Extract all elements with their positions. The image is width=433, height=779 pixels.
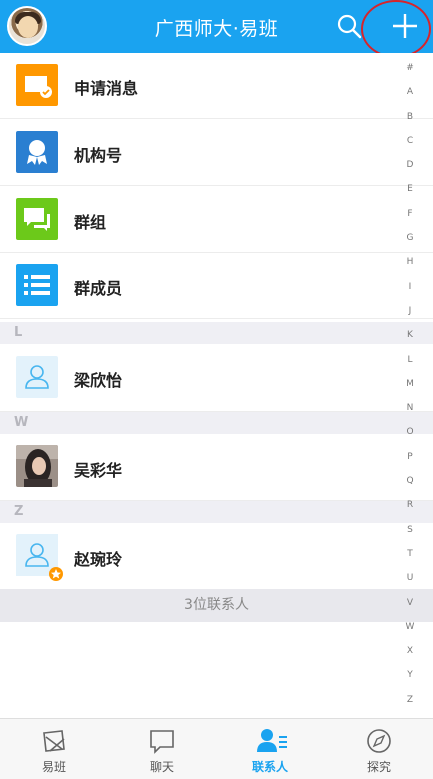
tab-label: 联系人: [251, 760, 288, 774]
apply-message-icon: [16, 64, 58, 106]
section-header-w: W: [0, 412, 433, 434]
tab-label: 易班: [41, 760, 66, 774]
list-item-group[interactable]: 群组: [0, 187, 433, 253]
index-letter[interactable]: D: [397, 160, 423, 184]
contact-row[interactable]: 赵琬玲: [0, 523, 433, 589]
index-letter[interactable]: #: [397, 63, 423, 87]
index-letter[interactable]: U: [397, 573, 423, 597]
index-letter[interactable]: M: [397, 379, 423, 403]
index-letter[interactable]: X: [397, 646, 423, 670]
org-icon: [16, 131, 58, 173]
list-item-org[interactable]: 机构号: [0, 120, 433, 186]
index-letter[interactable]: G: [397, 233, 423, 257]
photo-avatar: [16, 445, 58, 487]
tab-contacts[interactable]: 联系人: [216, 719, 324, 779]
contact-name: 吴彩华: [74, 461, 123, 480]
default-avatar-icon: [16, 356, 58, 398]
member-list-icon: [16, 264, 58, 306]
default-avatar-icon: [16, 534, 63, 581]
index-letter[interactable]: F: [397, 209, 423, 233]
index-letter[interactable]: Q: [397, 476, 423, 500]
index-letter[interactable]: O: [397, 427, 423, 451]
alphabet-index[interactable]: # A B C D E F G H I J K L M N O P Q R S …: [397, 63, 423, 719]
index-letter[interactable]: E: [397, 184, 423, 208]
tab-chat[interactable]: 聊天: [108, 719, 216, 779]
index-letter[interactable]: A: [397, 87, 423, 111]
highlight-circle: [361, 0, 431, 58]
index-letter[interactable]: L: [397, 355, 423, 379]
contact-name: 梁欣怡: [74, 371, 123, 390]
index-letter[interactable]: I: [397, 282, 423, 306]
index-letter[interactable]: W: [397, 622, 423, 646]
index-letter[interactable]: K: [397, 330, 423, 354]
bottom-tab-bar: 易班 聊天 联系人 探究: [0, 718, 433, 779]
list-item-members[interactable]: 群成员: [0, 253, 433, 319]
tab-label: 聊天: [149, 760, 174, 774]
contact-name: 赵琬玲: [74, 550, 123, 569]
index-letter[interactable]: Y: [397, 670, 423, 694]
list-item-label: 群组: [74, 213, 107, 232]
list-item-label: 机构号: [74, 146, 123, 165]
index-letter[interactable]: S: [397, 525, 423, 549]
section-header-l: L: [0, 322, 433, 344]
tab-label: 探究: [366, 760, 391, 774]
index-letter[interactable]: C: [397, 136, 423, 160]
list-item-label: 群成员: [74, 279, 123, 298]
group-chat-icon: [16, 198, 58, 240]
index-letter[interactable]: J: [397, 306, 423, 330]
list-item-label: 申请消息: [74, 79, 139, 98]
index-letter[interactable]: H: [397, 257, 423, 281]
tab-yiban[interactable]: 易班: [0, 719, 108, 779]
section-header-z: Z: [0, 501, 433, 523]
index-letter[interactable]: B: [397, 112, 423, 136]
chat-bubble-icon: [150, 730, 174, 754]
yiban-icon: [43, 730, 65, 752]
contact-count: 3位联系人: [0, 589, 433, 622]
index-letter[interactable]: P: [397, 452, 423, 476]
contacts-icon: [257, 729, 287, 752]
index-letter[interactable]: Z: [397, 695, 423, 719]
compass-icon: [367, 729, 391, 753]
contact-row[interactable]: 梁欣怡: [0, 344, 433, 412]
index-letter[interactable]: V: [397, 598, 423, 622]
search-icon[interactable]: [336, 13, 362, 39]
index-letter[interactable]: R: [397, 500, 423, 524]
contact-row[interactable]: 吴彩华: [0, 434, 433, 501]
list-item-apply[interactable]: 申请消息: [0, 53, 433, 119]
tab-explore[interactable]: 探究: [325, 719, 433, 779]
index-letter[interactable]: N: [397, 403, 423, 427]
index-letter[interactable]: T: [397, 549, 423, 573]
